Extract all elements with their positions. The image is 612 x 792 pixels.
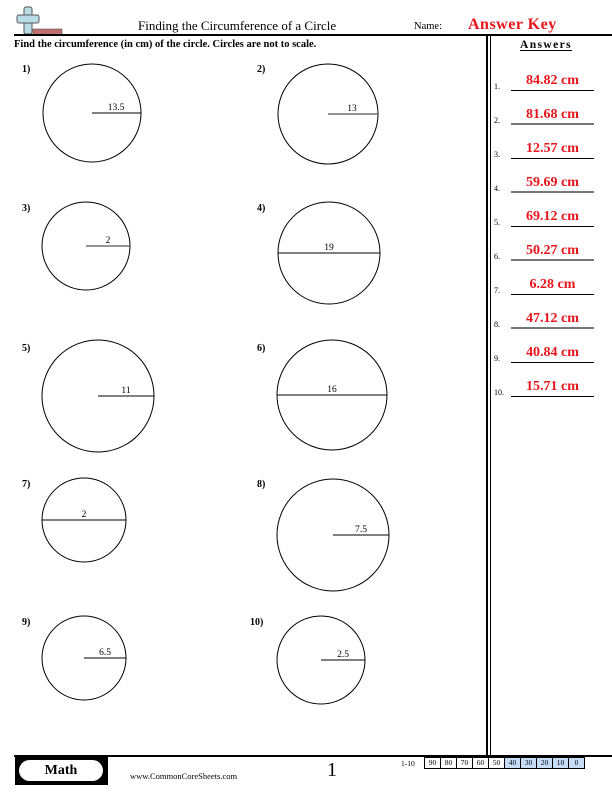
problem-2-diagram: 13 bbox=[277, 63, 379, 165]
page-number: 1 bbox=[327, 759, 337, 781]
site-url: www.CommonCoreSheets.com bbox=[130, 771, 238, 781]
subject-badge: Math bbox=[15, 756, 108, 785]
problem-3-diagram: 2 bbox=[41, 201, 131, 291]
score-cell: 20 bbox=[536, 757, 553, 769]
measure-label: 2.5 bbox=[337, 650, 349, 660]
score-cell: 60 bbox=[472, 757, 489, 769]
problem-10-diagram: 2.5 bbox=[276, 615, 366, 705]
measure-label: 11 bbox=[121, 386, 130, 396]
score-cell: 10 bbox=[552, 757, 569, 769]
problem-7-diagram: 2 bbox=[41, 477, 127, 563]
subject-label: Math bbox=[19, 760, 103, 781]
measure-label: 7.5 bbox=[355, 525, 367, 535]
measure-label: 16 bbox=[327, 385, 337, 395]
problem-9-diagram: 6.5 bbox=[41, 615, 127, 701]
measure-label: 2 bbox=[106, 236, 111, 246]
measure-label: 13.5 bbox=[108, 103, 125, 113]
problem-1-diagram: 13.5 bbox=[42, 63, 142, 163]
score-cell: 80 bbox=[440, 757, 457, 769]
problem-5-diagram: 11 bbox=[41, 339, 155, 453]
measure-label: 19 bbox=[324, 243, 334, 253]
score-table: 90 80 70 60 50 40 30 20 10 0 bbox=[424, 757, 585, 769]
score-cell: 90 bbox=[424, 757, 441, 769]
problem-6-diagram: 16 bbox=[276, 339, 388, 451]
problem-4-diagram: 19 bbox=[277, 201, 381, 305]
circle-diagrams: 13.5 13 2 19 11 16 2 7.5 6.5 2.5 bbox=[41, 63, 390, 705]
score-cell: 70 bbox=[456, 757, 473, 769]
problem-8-diagram: 7.5 bbox=[276, 478, 390, 592]
score-cell: 30 bbox=[520, 757, 537, 769]
score-cell: 50 bbox=[488, 757, 505, 769]
measure-label: 2 bbox=[82, 510, 87, 520]
measure-label: 13 bbox=[347, 104, 357, 114]
score-cell: 40 bbox=[504, 757, 521, 769]
score-range-label: 1-10 bbox=[401, 759, 415, 768]
score-cell: 0 bbox=[568, 757, 585, 769]
measure-label: 6.5 bbox=[99, 648, 111, 658]
